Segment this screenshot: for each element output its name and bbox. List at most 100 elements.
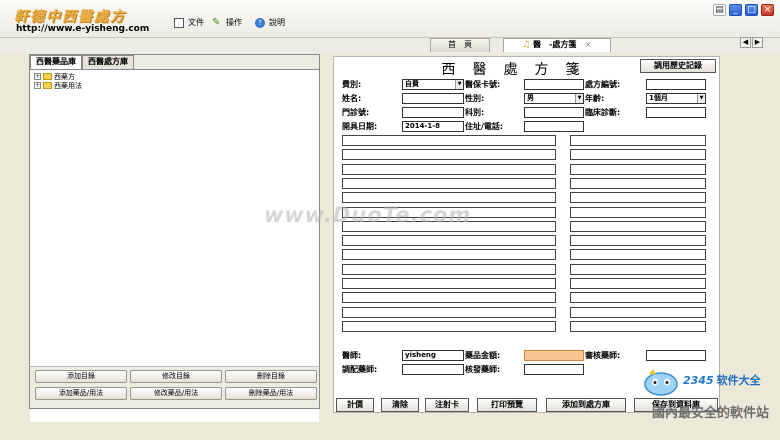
doctor-field[interactable]: yisheng xyxy=(402,350,464,361)
menu-help-label: 說明 xyxy=(269,18,285,27)
sex-label: 性別: xyxy=(465,94,485,103)
window-controls: ▤ _ □ × xyxy=(713,4,774,16)
drug-line-input[interactable] xyxy=(342,249,556,261)
tab-prev-button[interactable]: ◀ xyxy=(740,37,751,48)
usage-line-input[interactable] xyxy=(570,235,706,247)
diagnosis-label: 臨床診斷: xyxy=(585,108,621,117)
tab-next-button[interactable]: ▶ xyxy=(752,37,763,48)
usage-line-input[interactable] xyxy=(570,249,706,261)
reviewer-field[interactable] xyxy=(646,350,706,361)
date-label: 開具日期: xyxy=(342,122,378,131)
tree-node[interactable]: + 西藥用法 xyxy=(34,81,319,90)
fee-label: 費別: xyxy=(342,80,362,89)
usage-line-input[interactable] xyxy=(570,320,706,332)
tab-drug-library[interactable]: 西醫藥品庫 xyxy=(30,55,82,69)
dispenser-field[interactable] xyxy=(402,364,464,375)
expand-icon[interactable]: + xyxy=(34,73,41,80)
drug-line-input[interactable] xyxy=(342,235,556,247)
dept-field[interactable] xyxy=(524,107,584,118)
add-drug-button[interactable]: 添加藥品/用法 xyxy=(35,387,127,400)
injection-card-button[interactable]: 注射卡 xyxy=(425,398,469,412)
brand-text: 软件大全 xyxy=(716,374,761,387)
folder-icon xyxy=(43,82,52,89)
date-field[interactable]: 2014-1-8 xyxy=(402,121,464,132)
delete-drug-button[interactable]: 刪除藥品/用法 xyxy=(225,387,317,400)
tab-close-icon[interactable]: × xyxy=(585,40,592,49)
print-preview-button[interactable]: 打印預覽 xyxy=(477,398,537,412)
drug-line-input[interactable] xyxy=(342,149,556,161)
usage-line-input[interactable] xyxy=(570,306,706,318)
drug-line-input[interactable] xyxy=(342,163,556,175)
add-to-rx-button[interactable]: 添加到處方庫 xyxy=(546,398,626,412)
drug-line-input[interactable] xyxy=(342,306,556,318)
sex-select[interactable]: 男 ▼ xyxy=(524,93,584,104)
fee-value: 自費 xyxy=(405,80,419,88)
minimize-button[interactable]: _ xyxy=(729,4,742,16)
site-url: http://www.e-yisheng.com xyxy=(16,24,150,34)
maximize-button[interactable]: □ xyxy=(745,4,758,16)
rx-no-label: 處方編號: xyxy=(585,80,621,89)
usage-line-input[interactable] xyxy=(570,163,706,175)
form-title: 西醫處方箋 xyxy=(441,62,597,78)
fee-select[interactable]: 自費 ▼ xyxy=(402,79,464,90)
usage-line-input[interactable] xyxy=(570,292,706,304)
drug-line-input[interactable] xyxy=(342,320,556,332)
address-label: 住址/電話: xyxy=(465,122,504,131)
name-field[interactable] xyxy=(402,93,464,104)
menu-operate[interactable]: ✎ 操作 xyxy=(212,17,242,28)
drug-line-input[interactable] xyxy=(342,292,556,304)
edit-drug-button[interactable]: 修改藥品/用法 xyxy=(130,387,222,400)
delete-dir-button[interactable]: 刪除目錄 xyxy=(225,370,317,383)
folder-icon xyxy=(43,73,52,80)
address-field[interactable] xyxy=(524,121,584,132)
prescription-form: 西醫處方箋 調用歷史記錄 費別: 自費 ▼ 醫保卡號: 處方編號: 姓名: 性別… xyxy=(333,56,720,413)
insurance-field[interactable] xyxy=(524,79,584,90)
drug-line-input[interactable] xyxy=(342,263,556,275)
history-button[interactable]: 調用歷史記錄 xyxy=(640,59,716,73)
document-icon[interactable]: ▤ xyxy=(713,4,726,16)
usage-line-input[interactable] xyxy=(570,220,706,232)
close-button[interactable]: × xyxy=(761,4,774,16)
drug-line-input[interactable] xyxy=(342,177,556,189)
tab-prescription[interactable]: ♫ 醫 -處方箋 × xyxy=(503,38,611,52)
usage-line-input[interactable] xyxy=(570,206,706,218)
clear-button[interactable]: 清除 xyxy=(381,398,419,412)
drug-line-input[interactable] xyxy=(342,192,556,204)
drug-line-input[interactable] xyxy=(342,135,556,146)
rx-no-field[interactable] xyxy=(646,79,706,90)
usage-line-input[interactable] xyxy=(570,135,706,146)
dispenser-label: 調配藥師: xyxy=(342,365,378,374)
diagnosis-field[interactable] xyxy=(646,107,706,118)
usage-line-input[interactable] xyxy=(570,263,706,275)
calc-button[interactable]: 計價 xyxy=(336,398,374,412)
menu-help[interactable]: ? 說明 xyxy=(255,17,285,28)
add-dir-button[interactable]: 添加目錄 xyxy=(35,370,127,383)
age-value: 1個月 xyxy=(649,94,668,102)
edit-dir-button[interactable]: 修改目錄 xyxy=(130,370,222,383)
clinic-field[interactable] xyxy=(402,107,464,118)
tab-strip xyxy=(0,38,780,54)
usage-line-input[interactable] xyxy=(570,149,706,161)
expand-icon[interactable]: + xyxy=(34,82,41,89)
drug-library-panel: 西醫藥品庫 西醫處方庫 + 西藥方 + 西藥用法 xyxy=(29,54,320,422)
brand-subtitle: 國內最安全的軟件站 xyxy=(652,406,770,421)
tab-rx-library[interactable]: 西醫處方庫 xyxy=(82,55,134,69)
insurance-label: 醫保卡號: xyxy=(465,80,501,89)
checker-label: 核發藥師: xyxy=(465,365,501,374)
usage-line-input[interactable] xyxy=(570,192,706,204)
tree-node-label: 西藥用法 xyxy=(54,81,82,90)
name-label: 姓名: xyxy=(342,94,362,103)
menu-file[interactable]: 文件 xyxy=(174,17,204,28)
age-select[interactable]: 1個月 ▼ xyxy=(646,93,706,104)
tab-home[interactable]: 首 頁 xyxy=(430,38,490,52)
usage-line-input[interactable] xyxy=(570,278,706,289)
music-icon: ♫ xyxy=(522,40,531,50)
chevron-down-icon: ▼ xyxy=(697,94,705,103)
amount-field[interactable] xyxy=(524,350,584,361)
sex-value: 男 xyxy=(527,94,534,102)
usage-line-input[interactable] xyxy=(570,177,706,189)
checker-field[interactable] xyxy=(524,364,584,375)
age-label: 年齡: xyxy=(585,94,605,103)
reviewer-label: 審核藥師: xyxy=(585,351,621,360)
drug-line-input[interactable] xyxy=(342,278,556,289)
